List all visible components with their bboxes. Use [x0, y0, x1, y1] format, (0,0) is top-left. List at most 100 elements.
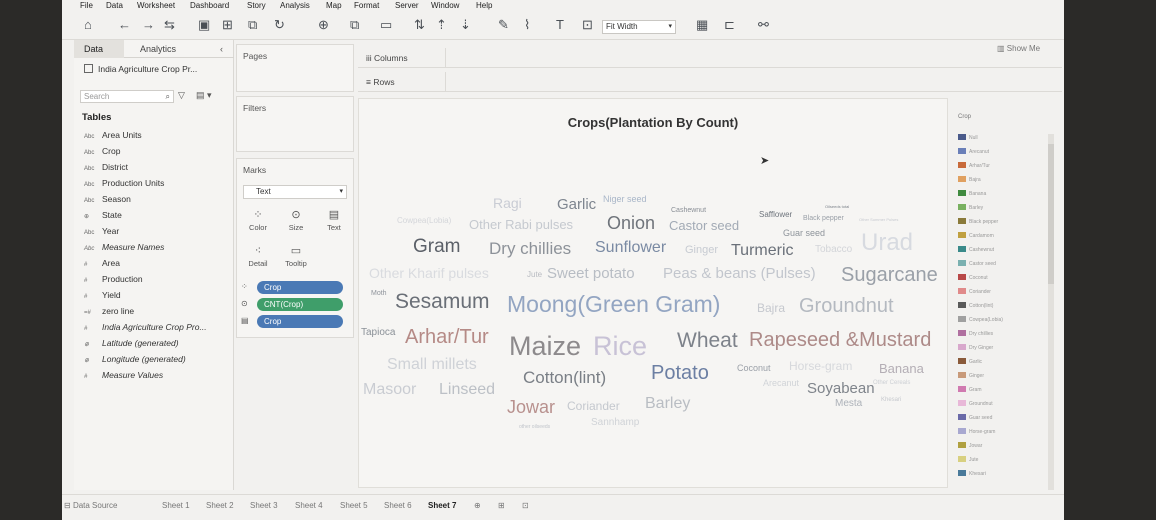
word-cloud-word[interactable]: Barley [645, 396, 690, 412]
field-item[interactable]: Abc Area Units [84, 130, 142, 140]
word-cloud-word[interactable]: Jowar [507, 398, 555, 416]
columns-shelf[interactable]: iii Columns [358, 48, 1062, 68]
word-cloud-word[interactable]: Potato [651, 363, 709, 383]
fit-width-dropdown[interactable]: Fit Width ▾ [602, 20, 676, 34]
field-search-input[interactable]: Search ⌕ [80, 90, 174, 103]
tab-data[interactable]: Data [74, 40, 124, 58]
menu-story[interactable]: Story [247, 1, 266, 10]
menu-server[interactable]: Server [395, 1, 419, 10]
menu-map[interactable]: Map [326, 1, 342, 10]
word-cloud-word[interactable]: Jute [527, 271, 542, 279]
color-button[interactable]: ⁘ Color [241, 207, 275, 239]
field-item[interactable]: Abc Measure Names [84, 242, 164, 252]
worksheet-view[interactable]: Ragi Garlic Niger seed Cashewnut Safflower Bl… [358, 98, 948, 488]
word-cloud-word[interactable]: Urad [861, 231, 913, 255]
legend-item[interactable]: Coriander [958, 288, 991, 295]
labels-icon[interactable]: T [556, 17, 564, 33]
filters-shelf[interactable]: Filters [236, 96, 354, 152]
swap-rows-columns-icon[interactable]: ⇅ [414, 17, 425, 33]
tab-sheet-2[interactable]: Sheet 2 [206, 501, 234, 510]
forward-icon[interactable]: → [142, 17, 155, 33]
clear-sheet-icon[interactable]: ▭ [380, 17, 392, 33]
legend-item[interactable]: Ginger [958, 372, 984, 379]
word-cloud-word[interactable]: Other Summer Pulses [859, 218, 898, 222]
field-item[interactable]: =# zero line [84, 306, 134, 316]
tab-sheet-4[interactable]: Sheet 4 [295, 501, 323, 510]
word-cloud-word[interactable]: Bajra [757, 302, 785, 314]
legend-item[interactable]: Arhar/Tur [958, 162, 990, 169]
word-cloud-word[interactable]: Moong(Green Gram) [507, 293, 720, 316]
refresh-icon[interactable]: ↻ [274, 17, 285, 33]
word-cloud-word[interactable]: other oilseeds [519, 425, 550, 430]
field-item[interactable]: ⊕ Latitude (generated) [84, 338, 179, 348]
legend-item[interactable]: Arecanut [958, 148, 989, 155]
word-cloud-word[interactable]: Mesta [835, 399, 862, 409]
word-cloud-word[interactable]: Moth [371, 290, 387, 297]
word-cloud-word[interactable]: Cashewnut [671, 207, 706, 214]
back-icon[interactable]: ← [118, 17, 131, 33]
word-cloud-word[interactable]: Sweet potato [547, 266, 635, 281]
word-cloud-word[interactable]: Sunflower [595, 240, 666, 256]
size-button[interactable]: ⊙ Size [279, 207, 313, 239]
field-item[interactable]: # Measure Values [84, 370, 163, 380]
legend-item[interactable]: Cowpea(Lobia) [958, 316, 1003, 323]
legend-item[interactable]: Dry chillies [958, 330, 993, 337]
presentation-icon[interactable]: ⊏ [724, 17, 735, 33]
fix-axes-icon[interactable]: ⊡ [582, 17, 593, 33]
highlight-icon[interactable]: ✎ [498, 17, 509, 33]
legend-item[interactable]: Dry Ginger [958, 344, 993, 351]
word-cloud-word[interactable]: Other Kharif pulses [369, 266, 489, 280]
word-cloud-word[interactable]: Oilseeds total [825, 205, 849, 209]
legend-scrollbar[interactable] [1048, 134, 1054, 490]
word-cloud-word[interactable]: Turmeric [731, 243, 794, 259]
rows-shelf[interactable]: ≡ Rows [358, 72, 1062, 92]
word-cloud-word[interactable]: Arecanut [763, 379, 799, 388]
field-item[interactable]: ⊕ Longitude (generated) [84, 354, 186, 364]
word-cloud-word[interactable]: Banana [879, 362, 924, 375]
new-story-icon[interactable]: ⊡ [522, 501, 529, 510]
word-cloud-word[interactable]: Khesari [881, 397, 901, 403]
word-cloud-word[interactable]: Other Rabi pulses [469, 218, 573, 231]
field-item[interactable]: # Production [84, 274, 143, 284]
data-source-item[interactable]: India Agriculture Crop Pr... [84, 64, 197, 74]
legend-item[interactable]: Cotton(lint) [958, 302, 993, 309]
word-cloud-word[interactable]: Soyabean [807, 381, 875, 396]
tab-sheet-6[interactable]: Sheet 6 [384, 501, 412, 510]
legend-item[interactable]: Coconut [958, 274, 988, 281]
legend-item[interactable]: Khesari [958, 470, 986, 477]
menu-format[interactable]: Format [354, 1, 379, 10]
scrollbar-thumb[interactable] [1048, 144, 1054, 284]
field-item[interactable]: Abc Crop [84, 146, 120, 156]
menu-dashboard[interactable]: Dashboard [190, 1, 229, 10]
collapse-pane-icon[interactable]: ‹ [220, 40, 223, 58]
legend-item[interactable]: Barley [958, 204, 983, 211]
word-cloud-word[interactable]: Arhar/Tur [405, 327, 489, 347]
text-button[interactable]: ▤ Text [317, 207, 351, 239]
field-item[interactable]: Abc Year [84, 226, 119, 236]
word-cloud-word[interactable]: Maize [509, 333, 581, 360]
mark-type-dropdown[interactable]: Text ▾ [243, 185, 347, 199]
crop-text-pill[interactable]: Crop [257, 315, 343, 328]
crop-color-pill[interactable]: Crop [257, 281, 343, 294]
word-cloud-word[interactable]: Tobacco [815, 245, 852, 255]
word-cloud-word[interactable]: Ragi [493, 196, 522, 210]
sort-ascending-icon[interactable]: ⇡ [436, 17, 447, 33]
tab-sheet-7[interactable]: Sheet 7 [428, 501, 456, 510]
menu-help[interactable]: Help [476, 1, 492, 10]
menu-file[interactable]: File [80, 1, 93, 10]
word-cloud-word[interactable]: Safflower [759, 211, 792, 219]
word-cloud-word[interactable]: Sugarcane [841, 265, 938, 285]
field-item[interactable]: # India Agriculture Crop Pro... [84, 322, 207, 332]
new-worksheet-icon[interactable]: ⊕ [474, 501, 481, 510]
share-icon[interactable]: ⚯ [758, 17, 769, 33]
word-cloud-word[interactable]: Coriander [567, 400, 620, 412]
word-cloud-word[interactable]: Gram [413, 237, 461, 256]
home-icon[interactable]: ⌂ [84, 17, 92, 33]
filter-icon[interactable]: ▽ [178, 90, 185, 101]
new-worksheet-icon[interactable]: ⊕ [318, 17, 329, 33]
legend-item[interactable]: Jute [958, 456, 978, 463]
word-cloud-word[interactable]: Ginger [685, 245, 718, 256]
word-cloud-word[interactable]: Masoor [363, 382, 416, 398]
tab-analytics[interactable]: Analytics [140, 40, 176, 58]
new-datasource-icon[interactable]: ⊞ [222, 17, 233, 33]
